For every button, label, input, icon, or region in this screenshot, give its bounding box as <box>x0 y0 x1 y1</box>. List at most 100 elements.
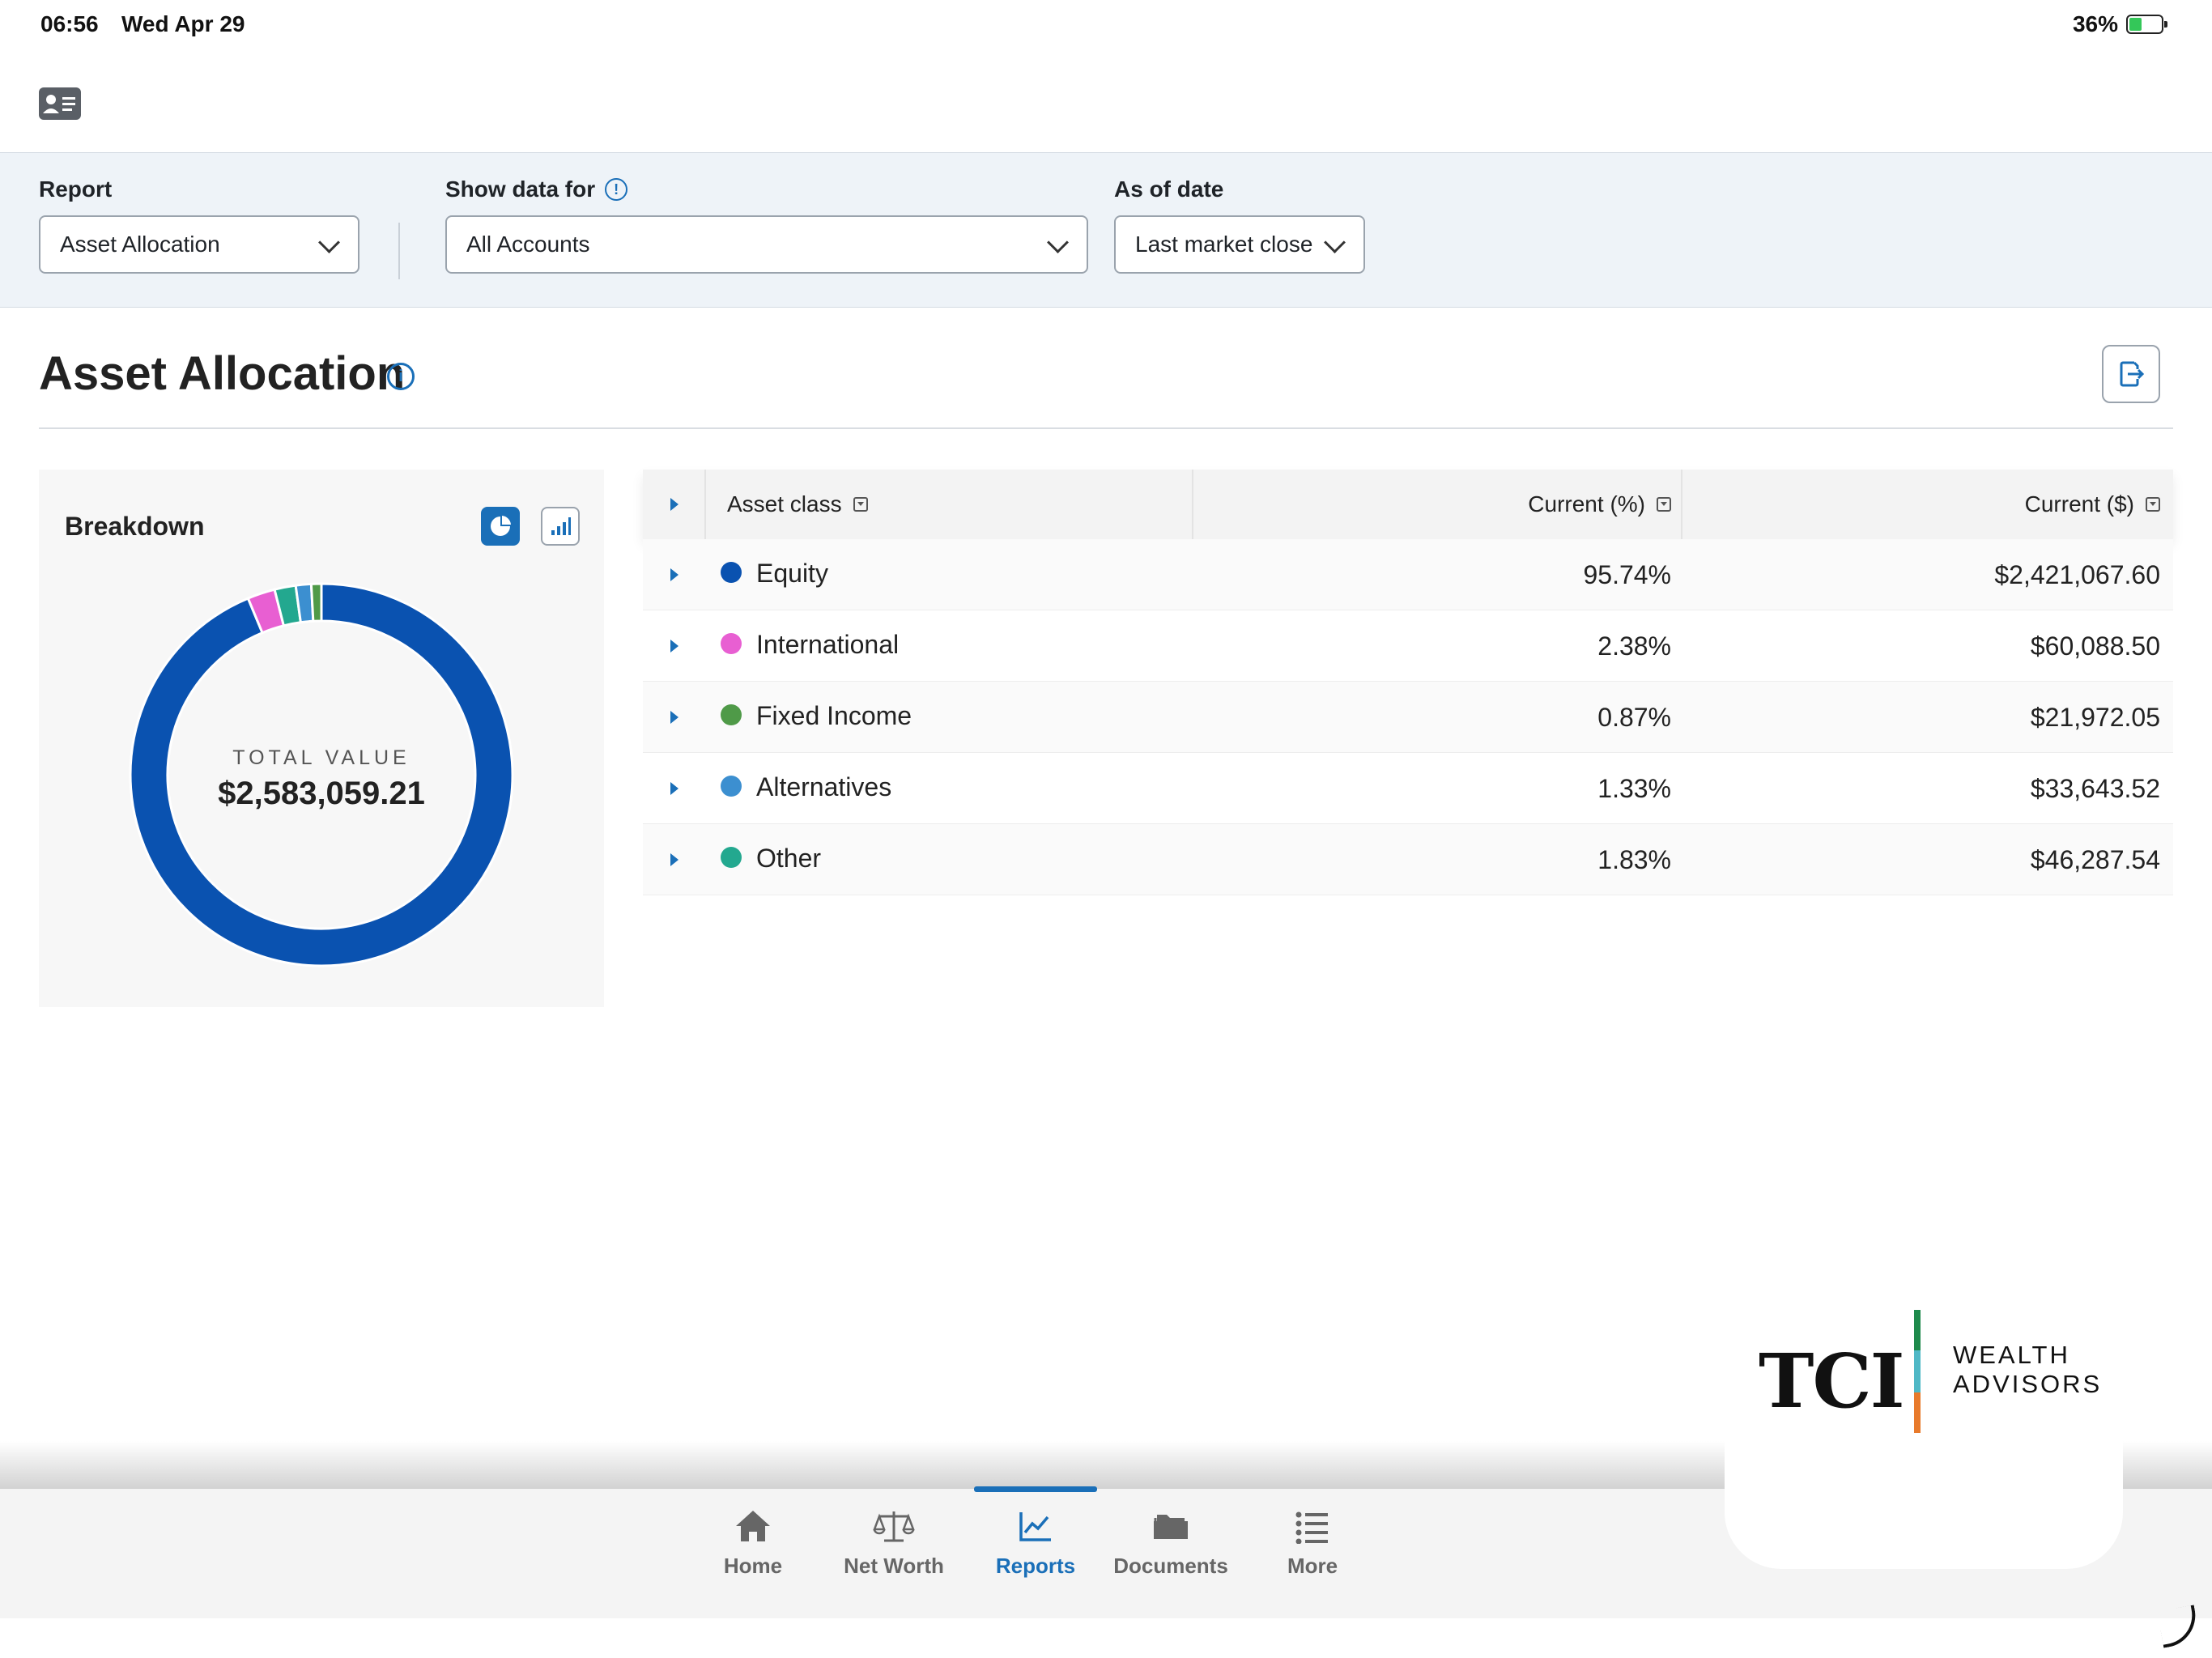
contact-card-icon[interactable] <box>39 87 81 120</box>
accounts-select-value: All Accounts <box>466 232 590 257</box>
expand-row-icon[interactable] <box>670 711 678 724</box>
nav-documents-label: Documents <box>1113 1554 1228 1578</box>
col-current-amt-label: Current ($) <box>2024 491 2134 517</box>
legend-dot <box>721 562 742 583</box>
nav-reports-label: Reports <box>995 1554 1076 1578</box>
tci-logo: TCI WEALTH ADVISORS <box>1725 1263 2123 1569</box>
breakdown-title: Breakdown <box>65 512 205 541</box>
report-select[interactable]: Asset Allocation <box>39 215 359 274</box>
status-battery: 36% <box>2072 11 2167 37</box>
row-asset-class: Other <box>756 844 822 873</box>
as-of-label-text: As of date <box>1114 176 1224 202</box>
allocation-table: Asset class Current (%) Current ($) Equi… <box>643 470 2173 895</box>
sort-menu-icon[interactable] <box>1657 497 1671 512</box>
page-title: Asset Allocation <box>39 347 406 400</box>
row-current-pct: 1.83% <box>1597 845 1671 874</box>
expand-row-icon[interactable] <box>670 782 678 795</box>
active-tab-indicator <box>974 1486 1097 1492</box>
list-icon <box>1244 1505 1381 1547</box>
logo-line1: WEALTH <box>1953 1341 2070 1369</box>
row-current-pct: 1.33% <box>1597 774 1671 803</box>
info-icon[interactable]: i <box>387 363 415 390</box>
as-of-label: As of date <box>1114 176 1223 202</box>
status-date: Wed Apr 29 <box>121 11 245 36</box>
row-current-amt: $46,287.54 <box>2030 845 2160 874</box>
logo-line2: ADVISORS <box>1953 1370 2103 1398</box>
row-asset-class: Fixed Income <box>756 701 912 730</box>
bar-chart-icon <box>551 517 571 535</box>
table-row[interactable]: Other 1.83% $46,287.54 <box>643 824 2173 895</box>
legend-dot <box>721 704 742 725</box>
expand-row-icon[interactable] <box>670 853 678 866</box>
export-icon <box>2120 361 2145 387</box>
col-asset-class-label: Asset class <box>727 491 842 517</box>
show-data-label: Show data for ! <box>445 176 628 202</box>
nav-home-label: Home <box>723 1554 783 1578</box>
row-asset-class: Equity <box>756 559 828 588</box>
donut-slice-fixed-income <box>309 582 323 623</box>
report-label: Report <box>39 176 112 202</box>
expand-row-icon[interactable] <box>670 568 678 581</box>
export-button[interactable] <box>2102 345 2160 403</box>
filter-divider <box>398 223 400 279</box>
nav-more[interactable]: More <box>1244 1505 1381 1579</box>
chevron-down-icon <box>318 232 340 253</box>
row-current-amt: $2,421,067.60 <box>1994 560 2160 589</box>
logo-words: WEALTH ADVISORS <box>1953 1341 2102 1399</box>
table-row[interactable]: Fixed Income 0.87% $21,972.05 <box>643 682 2173 753</box>
report-label-text: Report <box>39 176 113 202</box>
table-header: Asset class Current (%) Current ($) <box>643 470 2173 539</box>
col-current-pct-label: Current (%) <box>1528 491 1645 517</box>
home-icon <box>684 1505 822 1547</box>
info-icon[interactable]: ! <box>605 178 628 201</box>
logo-mark: TCI <box>1759 1337 1905 1425</box>
title-divider <box>39 427 2173 429</box>
total-value-label: TOTAL VALUE <box>232 746 410 769</box>
home-indicator <box>2157 1605 2201 1648</box>
pie-chart-toggle[interactable] <box>481 507 520 546</box>
legend-dot <box>721 776 742 797</box>
row-current-pct: 95.74% <box>1583 560 1671 589</box>
pie-chart-icon <box>491 516 511 536</box>
bar-chart-toggle[interactable] <box>541 507 580 546</box>
nav-reports[interactable]: Reports <box>967 1505 1104 1579</box>
chart-line-icon <box>967 1505 1104 1547</box>
chevron-down-icon <box>1324 232 1346 253</box>
folder-icon <box>1102 1505 1240 1547</box>
table-row[interactable]: Alternatives 1.33% $33,643.52 <box>643 753 2173 824</box>
logo-divider <box>1914 1310 1921 1433</box>
table-row[interactable]: Equity 95.74% $2,421,067.60 <box>643 539 2173 610</box>
col-current-pct[interactable]: Current (%) <box>1528 470 1671 539</box>
col-current-amt[interactable]: Current ($) <box>2025 470 2160 539</box>
battery-icon <box>2126 15 2167 34</box>
nav-net-worth-label: Net Worth <box>844 1554 944 1578</box>
expand-all-icon[interactable] <box>670 498 678 511</box>
nav-net-worth[interactable]: Net Worth <box>825 1505 963 1579</box>
accounts-select[interactable]: All Accounts <box>445 215 1088 274</box>
chevron-down-icon <box>1047 232 1069 253</box>
expand-row-icon[interactable] <box>670 640 678 653</box>
show-data-label-text: Show data for <box>445 176 596 202</box>
col-asset-class[interactable]: Asset class <box>727 470 868 539</box>
donut-slice-equity <box>129 582 514 967</box>
total-value: $2,583,059.21 <box>218 776 425 811</box>
row-current-pct: 2.38% <box>1597 631 1671 661</box>
table-row[interactable]: International 2.38% $60,088.50 <box>643 610 2173 682</box>
breakdown-card: Breakdown TOTAL VALUE $2,583,059.21 <box>39 470 604 1007</box>
table-body: Equity 95.74% $2,421,067.60 Internationa… <box>643 539 2173 895</box>
as-of-select-value: Last market close <box>1135 232 1313 257</box>
battery-percent: 36% <box>2072 11 2118 36</box>
row-current-amt: $60,088.50 <box>2030 631 2160 661</box>
nav-documents[interactable]: Documents <box>1102 1505 1240 1579</box>
nav-home[interactable]: Home <box>684 1505 822 1579</box>
report-select-value: Asset Allocation <box>60 232 220 257</box>
legend-dot <box>721 847 742 868</box>
status-time: 06:56 <box>40 11 99 36</box>
row-asset-class: Alternatives <box>756 772 892 801</box>
legend-dot <box>721 633 742 654</box>
sort-menu-icon[interactable] <box>2146 497 2160 512</box>
sort-menu-icon[interactable] <box>853 497 868 512</box>
as-of-date-select[interactable]: Last market close <box>1114 215 1365 274</box>
allocation-donut-chart <box>129 582 514 967</box>
scale-icon <box>825 1505 963 1547</box>
